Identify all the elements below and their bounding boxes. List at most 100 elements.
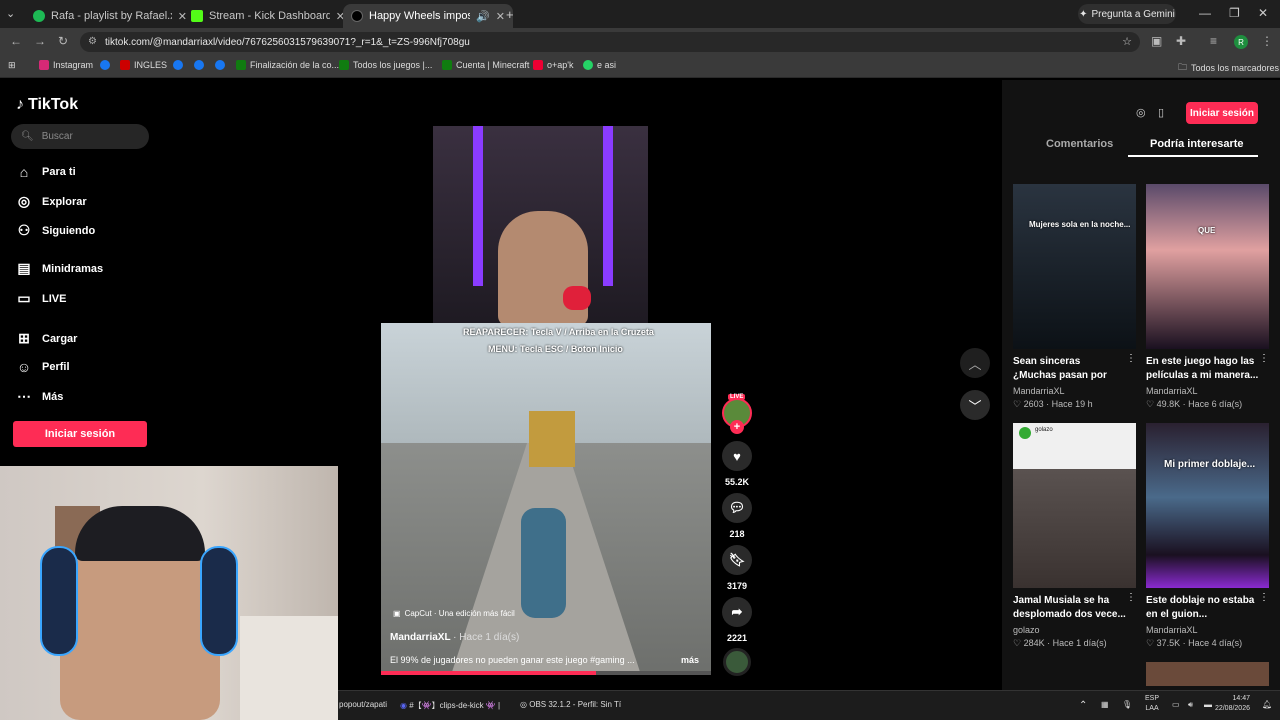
author-live-avatar[interactable]: LIVE + bbox=[722, 394, 752, 434]
profile-avatar[interactable]: R bbox=[1234, 35, 1248, 49]
nav-more[interactable]: ⋯ Más bbox=[16, 388, 63, 405]
suggested-video-card[interactable]: Mujeres sola en la noche... Sean sincera… bbox=[1013, 184, 1136, 410]
network-icon[interactable]: ▭ bbox=[1172, 700, 1180, 709]
new-tab-button[interactable]: + bbox=[506, 7, 514, 22]
card-author[interactable]: MandarriaXL bbox=[1013, 386, 1136, 396]
bookmark-xbox[interactable]: Finalización de la co... bbox=[236, 60, 339, 70]
bookmark-instagram[interactable]: Instagram bbox=[39, 60, 93, 70]
tab-kick[interactable]: Stream - Kick Dashboard ✕ bbox=[183, 4, 353, 28]
taskbar-obs[interactable]: ◎ OBS 32.1.2 - Perfil: Sin Tí bbox=[520, 700, 621, 709]
bookmark-facebook[interactable] bbox=[173, 60, 183, 70]
login-button[interactable]: Iniciar sesión bbox=[1186, 102, 1258, 124]
extensions-icon[interactable]: ✚ bbox=[1176, 34, 1186, 48]
nav-upload[interactable]: ⊞ Cargar bbox=[16, 330, 77, 347]
volume-icon[interactable]: 🔊︎ bbox=[1188, 700, 1193, 710]
search-input[interactable]: 🔍︎ Buscar bbox=[11, 124, 149, 149]
like-button[interactable]: ♥ 55.2K bbox=[722, 441, 752, 487]
nav-for-you[interactable]: ⌂ Para ti bbox=[16, 164, 76, 180]
follow-plus-icon[interactable]: + bbox=[730, 420, 744, 434]
minimize-icon[interactable]: — bbox=[1199, 6, 1211, 20]
taskbar-label: #【👾】clips-de-kick 👾 | bbox=[409, 701, 501, 710]
nav-live[interactable]: ▭ LIVE bbox=[16, 290, 66, 307]
app-tray-icon[interactable]: ▦ bbox=[1101, 700, 1109, 709]
reload-icon[interactable]: ↻ bbox=[58, 34, 68, 48]
video-player[interactable]: REAPARECER: Tecla V / Arriba en la Cruze… bbox=[381, 323, 711, 675]
apps-icon[interactable]: ⊞ bbox=[8, 60, 16, 71]
bookmark-ingles[interactable]: INGLES bbox=[120, 60, 167, 70]
tab-spotify[interactable]: Rafa - playlist by Rafael.xared | ✕ bbox=[25, 4, 195, 28]
battery-icon[interactable]: ▬ bbox=[1204, 700, 1212, 709]
forward-icon[interactable]: → bbox=[34, 34, 46, 48]
phone-icon[interactable]: ▯ bbox=[1158, 106, 1164, 119]
video-thumbnail[interactable] bbox=[1146, 662, 1269, 686]
close-icon[interactable]: ✕ bbox=[496, 10, 505, 23]
video-thumbnail: golazo bbox=[1013, 423, 1136, 588]
card-author[interactable]: MandarriaXL bbox=[1146, 625, 1269, 635]
media-icon[interactable]: ≡ bbox=[1210, 34, 1217, 48]
clock-date: 22/08/2026 bbox=[1214, 705, 1250, 712]
suggested-video-card[interactable]: QUE En este juego hago las películas a m… bbox=[1146, 184, 1269, 410]
chevron-up-icon[interactable]: ⌃ bbox=[1079, 700, 1087, 711]
video-author[interactable]: MandarriaXL bbox=[390, 632, 450, 643]
all-bookmarks[interactable]: 🗀 Todos los marcadores bbox=[1178, 60, 1279, 76]
address-bar[interactable]: ⚙ tiktok.com/@mandarriaxl/video/76762560… bbox=[80, 32, 1140, 52]
chevron-up-icon: ︿ bbox=[968, 356, 982, 372]
taskbar-discord[interactable]: ◉ #【👾】clips-de-kick 👾 | bbox=[400, 700, 500, 711]
bookmark-minecraft[interactable]: Cuenta | Minecraft bbox=[442, 60, 529, 70]
bookmark-facebook[interactable] bbox=[100, 60, 110, 70]
previous-video-button[interactable]: ︿ bbox=[960, 348, 990, 378]
suggested-video-card[interactable]: golazo Jamal Musiala se ha desplomado do… bbox=[1013, 423, 1136, 649]
suggested-video-card[interactable]: Mi primer doblaje... Este doblaje no est… bbox=[1146, 423, 1269, 649]
more-icon[interactable]: ⋮ bbox=[1259, 592, 1269, 622]
bookmark-facebook[interactable] bbox=[194, 60, 204, 70]
nav-profile[interactable]: ☺ Perfil bbox=[16, 359, 70, 375]
tab-tiktok[interactable]: Happy Wheels imposible: n 🔊 ✕ bbox=[343, 4, 513, 28]
music-disc[interactable] bbox=[722, 648, 752, 676]
tab-comments[interactable]: Comentarios bbox=[1046, 138, 1113, 150]
nav-label: Para ti bbox=[42, 166, 76, 178]
comment-button[interactable]: 💬︎ 218 bbox=[722, 493, 752, 539]
more-icon[interactable]: ⋮ bbox=[1126, 592, 1136, 622]
nav-minidramas[interactable]: ▤ Minidramas bbox=[16, 260, 103, 277]
cast-icon[interactable]: ▣ bbox=[1151, 34, 1162, 48]
game-character bbox=[521, 508, 566, 618]
bookmark-xbox[interactable]: Todos los juegos |... bbox=[339, 60, 432, 70]
more-button[interactable]: más bbox=[681, 655, 699, 665]
card-author[interactable]: MandarriaXL bbox=[1146, 386, 1269, 396]
more-icon[interactable]: ⋮ bbox=[1259, 353, 1269, 383]
taskbar-item[interactable]: popout/zapati bbox=[339, 700, 387, 709]
language-indicator[interactable]: ESP LAA bbox=[1145, 694, 1159, 714]
gemini-button[interactable]: ✦ Pregunta a Gemini bbox=[1078, 4, 1176, 24]
card-meta: ♡ 2603 · Hace 19 h bbox=[1013, 399, 1093, 409]
bookmark-facebook[interactable] bbox=[215, 60, 225, 70]
menu-icon[interactable]: ⋮ bbox=[1261, 34, 1273, 48]
more-icon[interactable]: ⋮ bbox=[1126, 353, 1136, 383]
tiktok-logo[interactable]: ♪ TikTok bbox=[16, 96, 78, 114]
back-icon[interactable]: ← bbox=[10, 34, 22, 48]
capcut-badge[interactable]: ▣ CapCut · Una edición más fácil bbox=[393, 609, 515, 618]
bookmark-oapk[interactable]: o+ap'k bbox=[533, 60, 574, 70]
nav-following[interactable]: ⚇ Siguiendo bbox=[16, 222, 95, 239]
tab-search-icon[interactable]: ⌄ bbox=[6, 7, 15, 20]
share-button[interactable]: ➦ 2221 bbox=[722, 597, 752, 643]
notification-bell-icon[interactable]: 🔔︎ bbox=[1262, 700, 1272, 709]
bookmark-star-icon[interactable]: ☆ bbox=[1122, 35, 1132, 48]
video-caption: El 99% de jugadores no pueden ganar este… bbox=[390, 655, 635, 665]
bookmarks-bar bbox=[0, 56, 1280, 78]
tab-suggested[interactable]: Podría interesarte bbox=[1150, 138, 1244, 150]
save-button[interactable]: 🔖︎ 3179 bbox=[722, 545, 752, 591]
microphone-icon[interactable]: 🎙︎ bbox=[1122, 700, 1132, 709]
login-button[interactable]: Iniciar sesión bbox=[13, 421, 147, 447]
tab-label: Rafa - playlist by Rafael.xared | bbox=[51, 10, 172, 22]
window-close-icon[interactable]: ✕ bbox=[1258, 6, 1268, 20]
next-video-button[interactable]: ﹀ bbox=[960, 390, 990, 420]
site-info-icon[interactable]: ⚙ bbox=[88, 36, 97, 47]
clock[interactable]: 14:47 22/08/2026 bbox=[1212, 694, 1250, 714]
thumbnail-text: QUE bbox=[1198, 226, 1216, 235]
bookmark-whatsapp[interactable]: e asi bbox=[583, 60, 616, 70]
nav-explore[interactable]: ◎ Explorar bbox=[16, 193, 87, 210]
card-author[interactable]: golazo bbox=[1013, 625, 1136, 635]
maximize-icon[interactable]: ❐ bbox=[1229, 6, 1240, 20]
speaker-icon[interactable]: 🔊 bbox=[476, 10, 490, 23]
compass-icon[interactable]: ◎ bbox=[1136, 106, 1146, 119]
